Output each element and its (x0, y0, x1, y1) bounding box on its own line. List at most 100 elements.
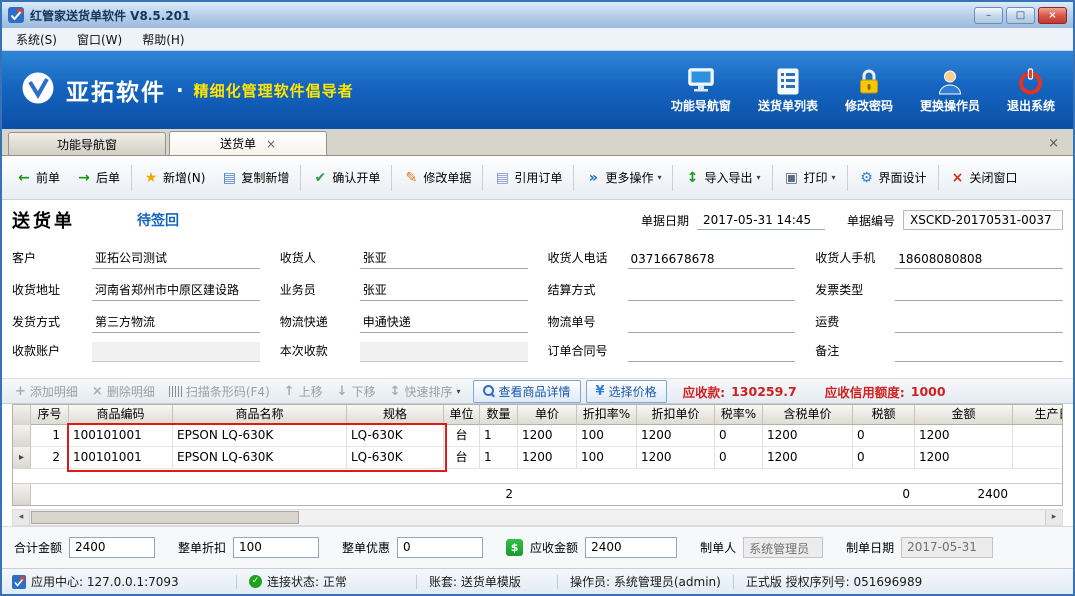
docno-field[interactable]: XSCKD-20170531-0037 (903, 210, 1063, 230)
banner-action-0[interactable]: 功能导航窗 (671, 67, 731, 114)
detail-button-price[interactable]: ¥选择价格 (586, 380, 667, 403)
banner-action-2[interactable]: 修改密码 (845, 67, 893, 114)
horizontal-scrollbar[interactable]: ◂ ▸ (12, 509, 1063, 526)
banner-action-3[interactable]: 更换操作员 (920, 67, 980, 114)
toolbar-button-import-export[interactable]: ↕导入导出▾ (676, 162, 768, 193)
table-cell[interactable] (1013, 447, 1063, 469)
detail-button-view[interactable]: 查看商品详情 (473, 380, 581, 403)
table-cell[interactable]: LQ-630K (347, 425, 444, 447)
table-cell[interactable]: 2 (31, 447, 69, 469)
footer-input[interactable]: 100 (233, 537, 319, 558)
field-input[interactable]: 张亚 (360, 246, 528, 269)
column-header-6[interactable]: 单价 (518, 405, 577, 425)
table-cell[interactable]: 1200 (763, 447, 853, 469)
column-header-13[interactable]: 生产日 (1013, 405, 1063, 425)
detail-button-up[interactable]: ↑上移 (277, 381, 330, 402)
toolbar-button-design[interactable]: ⚙界面设计 (851, 162, 935, 193)
tabbar-close-icon[interactable]: × (1040, 136, 1067, 155)
toolbar-button-confirm[interactable]: ✔确认开单 (304, 162, 388, 193)
field-input[interactable]: 第三方物流 (92, 310, 260, 333)
menu-item-2[interactable]: 帮助(H) (132, 29, 194, 50)
toolbar-button-copy[interactable]: ▤复制新增 (213, 162, 297, 193)
field-input[interactable] (628, 313, 796, 333)
table-row-1[interactable]: ▸2100101001EPSON LQ-630KLQ-630K台11200100… (13, 447, 1063, 469)
tab-0[interactable]: 功能导航窗 (8, 132, 166, 155)
table-cell[interactable] (1013, 425, 1063, 447)
column-header-10[interactable]: 含税单价 (763, 405, 853, 425)
field-input[interactable] (895, 313, 1063, 333)
detail-button-add[interactable]: +添加明细 (8, 381, 85, 402)
table-cell[interactable]: LQ-630K (347, 447, 444, 469)
column-header-4[interactable]: 单位 (444, 405, 480, 425)
table-cell[interactable]: 台 (444, 447, 480, 469)
toolbar-button-close-window[interactable]: ×关闭窗口 (942, 162, 1026, 193)
field-input[interactable] (628, 281, 796, 301)
footer-input[interactable]: 2400 (585, 537, 677, 558)
toolbar-button-more[interactable]: »更多操作▾ (577, 162, 669, 193)
field-input[interactable]: 亚拓公司测试 (92, 246, 260, 269)
table-cell[interactable]: 1 (480, 425, 518, 447)
field-input[interactable] (92, 342, 260, 362)
field-input[interactable] (360, 342, 528, 362)
detail-button-delete[interactable]: ×删除明细 (85, 381, 162, 402)
toolbar-button-new[interactable]: ★新增(N) (135, 162, 213, 193)
footer-input[interactable]: 系统管理员 (743, 537, 823, 558)
column-header-12[interactable]: 金额 (915, 405, 1013, 425)
tab-close-icon[interactable]: × (266, 137, 276, 151)
table-cell[interactable]: 0 (715, 447, 763, 469)
table-cell[interactable]: 1200 (915, 447, 1013, 469)
field-input[interactable]: 18608080808 (895, 249, 1063, 269)
field-input[interactable]: 申通快递 (360, 310, 528, 333)
table-cell[interactable]: 100101001 (69, 447, 173, 469)
table-cell[interactable]: 100101001 (69, 425, 173, 447)
scroll-right-icon[interactable]: ▸ (1045, 510, 1062, 525)
table-cell[interactable]: 0 (853, 425, 915, 447)
footer-input[interactable]: 2017-05-31 (901, 537, 993, 558)
tab-1[interactable]: 送货单× (169, 131, 327, 155)
scroll-left-icon[interactable]: ◂ (13, 510, 30, 525)
toolbar-button-arrow-left[interactable]: ←前单 (8, 162, 68, 193)
banner-action-1[interactable]: 送货单列表 (758, 67, 818, 114)
titlebar[interactable]: 红管家送货单软件 V8.5.201 – □ × (2, 2, 1073, 28)
column-header-9[interactable]: 税率% (715, 405, 763, 425)
field-input[interactable]: 03716678678 (628, 249, 796, 269)
maximize-button[interactable]: □ (1006, 7, 1035, 24)
table-row-0[interactable]: 1100101001EPSON LQ-630KLQ-630K台112001001… (13, 425, 1063, 447)
column-header-8[interactable]: 折扣单价 (637, 405, 715, 425)
table-cell[interactable]: 1200 (518, 425, 577, 447)
banner-action-4[interactable]: 退出系统 (1007, 67, 1055, 114)
table-cell[interactable]: 1200 (915, 425, 1013, 447)
footer-input[interactable]: 2400 (69, 537, 155, 558)
field-input[interactable] (895, 342, 1063, 362)
toolbar-button-print[interactable]: ▣打印▾ (776, 162, 844, 193)
column-header-1[interactable]: 商品编码 (69, 405, 173, 425)
menu-item-0[interactable]: 系统(S) (6, 29, 67, 50)
close-button[interactable]: × (1038, 7, 1067, 24)
table-cell[interactable]: 台 (444, 425, 480, 447)
field-input[interactable]: 河南省郑州市中原区建设路 (92, 278, 260, 301)
table-cell[interactable]: 1200 (518, 447, 577, 469)
table-cell[interactable]: 1 (31, 425, 69, 447)
column-header-5[interactable]: 数量 (480, 405, 518, 425)
toolbar-button-quote[interactable]: ▤引用订单 (486, 162, 570, 193)
scroll-thumb[interactable] (31, 511, 299, 524)
table-cell[interactable]: EPSON LQ-630K (173, 447, 347, 469)
column-header-11[interactable]: 税额 (853, 405, 915, 425)
date-field[interactable]: 2017-05-31 14:45 (697, 211, 825, 230)
table-cell[interactable]: EPSON LQ-630K (173, 425, 347, 447)
minimize-button[interactable]: – (974, 7, 1003, 24)
table-cell[interactable]: 0 (715, 425, 763, 447)
field-input[interactable] (895, 281, 1063, 301)
toolbar-button-arrow-right[interactable]: →后单 (68, 162, 128, 193)
field-input[interactable]: 张亚 (360, 278, 528, 301)
table-cell[interactable]: 100 (577, 425, 637, 447)
detail-button-sort[interactable]: ↕快速排序▾ (383, 381, 468, 402)
column-header-7[interactable]: 折扣率% (577, 405, 637, 425)
column-header-2[interactable]: 商品名称 (173, 405, 347, 425)
table-cell[interactable]: 1200 (763, 425, 853, 447)
table-cell[interactable]: 100 (577, 447, 637, 469)
column-header-0[interactable]: 序号 (31, 405, 69, 425)
footer-input[interactable]: 0 (397, 537, 483, 558)
detail-button-barcode[interactable]: 扫描条形码(F4) (162, 381, 277, 402)
table-cell[interactable]: 1200 (637, 447, 715, 469)
